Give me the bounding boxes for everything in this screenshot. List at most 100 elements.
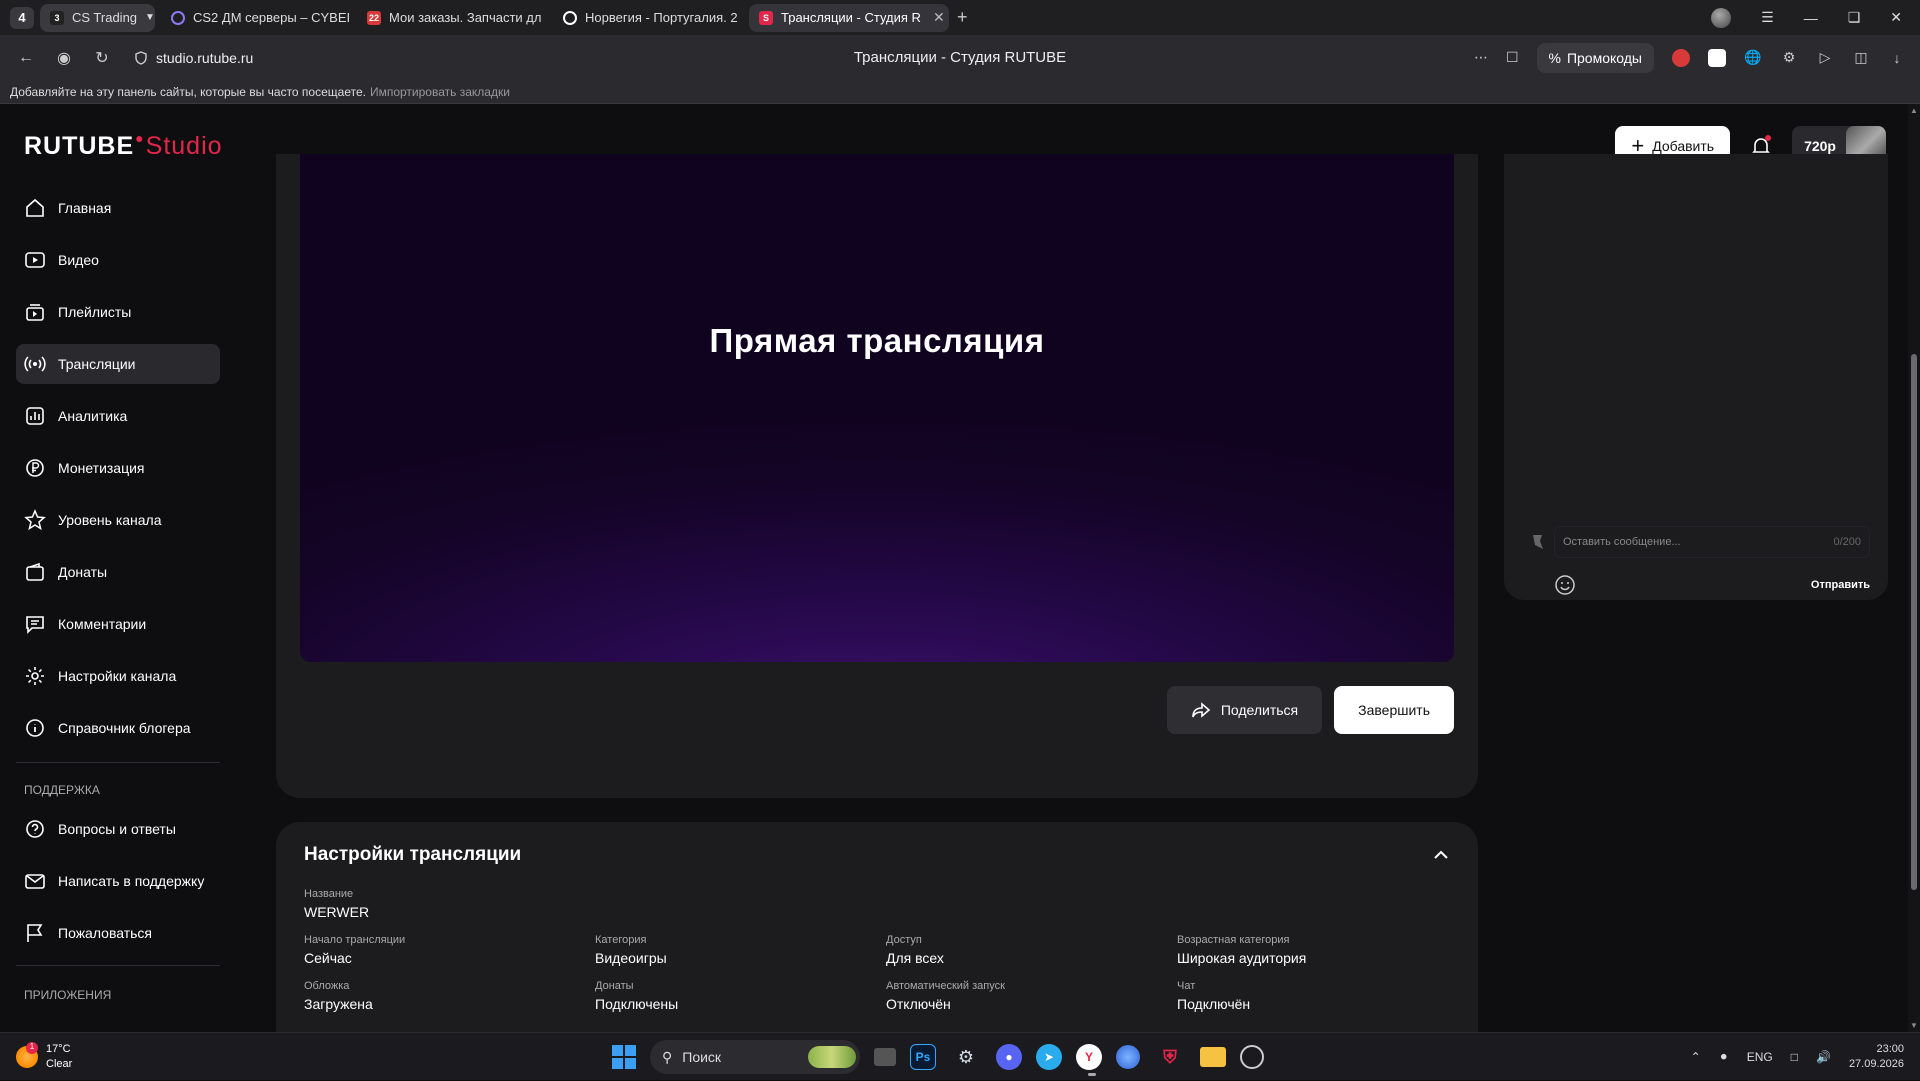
rutube-studio-logo[interactable]: RUTUBE ● Studio <box>24 130 223 161</box>
sidebar-item-report[interactable]: Пожаловаться <box>16 913 220 953</box>
url-text: studio.rutube.ru <box>156 49 254 66</box>
language-indicator[interactable]: ENG <box>1747 1050 1773 1064</box>
close-window-icon[interactable]: ✕ <box>1890 9 1902 26</box>
sidebar-item-video[interactable]: Видео <box>16 240 220 280</box>
setting-cover: Обложка Загружена <box>304 980 595 1012</box>
emoji-icon[interactable] <box>1554 574 1576 596</box>
sidebar-item-monetization[interactable]: Монетизация <box>16 448 220 488</box>
chevron-up-icon[interactable] <box>1432 846 1450 864</box>
more-icon[interactable]: ⋯ <box>1474 49 1488 66</box>
tab-label: CS Trading <box>72 10 138 25</box>
tab-rutube-studio[interactable]: S Трансляции - Студия R ✕ <box>749 3 949 32</box>
sidebar-item-label: Комментарии <box>58 616 147 632</box>
sidebar-item-playlists[interactable]: Плейлисты <box>16 292 220 332</box>
play-circle-icon[interactable]: ▷ <box>1816 49 1834 67</box>
tab-label: Мои заказы. Запчасти дл <box>389 10 542 25</box>
stream-player-card: Прямая трансляция Поделиться Завершить <box>276 154 1478 798</box>
telegram-icon[interactable]: ➤ <box>1036 1044 1062 1070</box>
url-field[interactable]: studio.rutube.ru <box>134 50 253 66</box>
taskbar-search[interactable]: ⚲ Поиск <box>650 1040 860 1074</box>
microphone-icon[interactable]: ⚫ <box>1719 1050 1729 1064</box>
sidebar-item-channel-settings[interactable]: Настройки канала <box>16 656 220 696</box>
hexagon-icon <box>171 10 185 25</box>
tray-expand-icon[interactable]: ⌃ <box>1691 1050 1701 1064</box>
promo-button[interactable]: % Промокоды <box>1536 42 1654 73</box>
scroll-thumb[interactable] <box>1911 354 1917 890</box>
reload-icon[interactable]: ↻ <box>90 46 114 70</box>
field-value: WERWER <box>304 904 370 920</box>
sidebar-item-contact-support[interactable]: Написать в поддержку <box>16 861 220 901</box>
promo-label: Промокоды <box>1566 49 1642 66</box>
field-label: Автоматический запуск <box>886 980 1005 992</box>
tab-cs-trading[interactable]: 3 CS Trading ▼ <box>40 3 155 32</box>
field-label: Название <box>304 888 354 900</box>
sidebar-item-donations[interactable]: Донаты <box>16 552 220 592</box>
chat-message-input[interactable]: Оставить сообщение... 0/200 <box>1554 526 1870 558</box>
weather-widget[interactable]: 1 17°C Clear <box>16 1041 72 1071</box>
protect-icon[interactable]: ◉ <box>52 46 76 70</box>
scroll-down-arrow-icon[interactable]: ▼ <box>1910 1021 1918 1030</box>
resolution-label: 720p <box>1804 138 1836 154</box>
sidebar-divider <box>16 965 220 966</box>
sidebar-item-comments[interactable]: Комментарии <box>16 604 220 644</box>
game-app-icon[interactable] <box>1240 1045 1264 1069</box>
sidebar-item-analytics[interactable]: Аналитика <box>16 396 220 436</box>
minimize-icon[interactable]: — <box>1804 10 1818 26</box>
tab-orders[interactable]: 22 Мои заказы. Запчасти дл <box>357 4 547 32</box>
puzzle-icon[interactable]: ⚙ <box>1780 49 1798 67</box>
browser-blue-icon[interactable] <box>1116 1045 1140 1069</box>
tab-cs2-servers[interactable]: CS2 ДМ серверы – CYBEI <box>161 4 351 32</box>
share-button[interactable]: Поделиться <box>1166 686 1323 734</box>
back-arrow-icon[interactable]: ← <box>14 46 38 70</box>
sidebar: Главная Видео Плейлисты Трансляции Анали… <box>16 188 220 1014</box>
tab-norway-portugal[interactable]: Норвегия - Португалия. 2 <box>553 4 743 32</box>
tab-badge: 3 <box>50 10 64 25</box>
task-view-icon[interactable] <box>874 1048 896 1066</box>
scroll-up-arrow-icon[interactable]: ▲ <box>1910 106 1918 115</box>
file-explorer-icon[interactable] <box>1200 1047 1226 1067</box>
field-value: Отключён <box>886 996 951 1012</box>
volume-icon[interactable]: 🔊 <box>1816 1050 1831 1064</box>
steam-icon[interactable]: ⚙ <box>950 1041 982 1073</box>
close-tab-icon[interactable]: ✕ <box>933 9 945 26</box>
sidebar-item-label: Главная <box>58 200 112 216</box>
stream-settings-card: Настройки трансляции Название WERWER Нач… <box>276 822 1478 1062</box>
stream-preview[interactable]: Прямая трансляция <box>300 154 1454 662</box>
tab-group-counter[interactable]: 4 <box>10 6 34 29</box>
restore-icon[interactable]: ❏ <box>1848 9 1861 26</box>
photoshop-icon[interactable]: Ps <box>910 1044 936 1070</box>
sidebar-item-label: Пожаловаться <box>58 925 153 941</box>
share-icon <box>1192 702 1211 718</box>
windows-start-icon[interactable] <box>612 1045 636 1069</box>
star-icon <box>24 509 46 531</box>
bookmark-icon[interactable]: ☐ <box>1506 49 1519 66</box>
discord-icon[interactable]: ● <box>996 1044 1022 1070</box>
shield-app-icon[interactable]: ⛨ <box>1154 1041 1186 1073</box>
logo-studio: Studio <box>145 131 223 160</box>
sidebar-item-blogger-guide[interactable]: Справочник блогера <box>16 708 220 748</box>
import-bookmarks-link[interactable]: Импортировать закладки <box>370 85 510 99</box>
new-tab-button[interactable]: + <box>957 7 968 28</box>
bookmarks-bar: Добавляйте на эту панель сайты, которые … <box>0 80 1920 104</box>
yandex-browser-icon[interactable]: Y <box>1076 1044 1102 1076</box>
clock[interactable]: 23:00 27.09.2026 <box>1849 1042 1904 1072</box>
add-label: Добавить <box>1652 138 1715 154</box>
sidebar-item-home[interactable]: Главная <box>16 188 220 228</box>
sidebar-item-channel-level[interactable]: Уровень канала <box>16 500 220 540</box>
extension-cat-icon[interactable] <box>1708 48 1726 67</box>
page-scrollbar[interactable]: ▲ ▼ <box>1908 104 1920 1032</box>
finish-stream-button[interactable]: Завершить <box>1334 686 1454 734</box>
chat-placeholder: Оставить сообщение... <box>1563 536 1681 548</box>
profile-avatar[interactable] <box>1711 7 1732 28</box>
globe-icon[interactable]: 🌐 <box>1744 49 1762 67</box>
download-icon[interactable]: ↓ <box>1888 49 1906 67</box>
windows-taskbar: 1 17°C Clear ⚲ Поиск Ps ⚙ ● ➤ Y ⛨ ⌃ ⚫ EN… <box>0 1032 1920 1080</box>
network-icon[interactable]: □ <box>1791 1050 1798 1064</box>
sidebar-item-faq[interactable]: Вопросы и ответы <box>16 809 220 849</box>
collections-icon[interactable]: ◫ <box>1852 49 1870 67</box>
extension-red-icon[interactable] <box>1672 48 1690 67</box>
sidebar-item-broadcasts[interactable]: Трансляции <box>16 344 220 384</box>
menu-icon[interactable]: ☰ <box>1761 9 1774 26</box>
sidebar-item-label: Плейлисты <box>58 304 132 320</box>
send-message-button[interactable]: Отправить <box>1811 579 1870 591</box>
